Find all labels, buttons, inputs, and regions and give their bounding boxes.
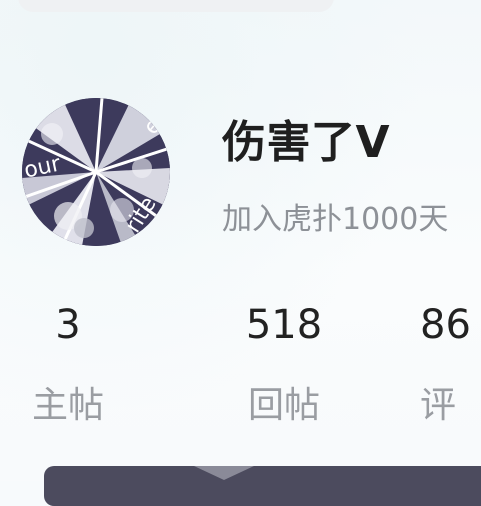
stat-replies-label[interactable]: 回帖	[224, 376, 344, 428]
banner-notch	[194, 466, 254, 480]
joined-days: 加入虎扑1000天	[222, 202, 449, 237]
username: 伤害了V	[222, 117, 391, 168]
avatar[interactable]: our rite e	[22, 98, 170, 246]
stat-comments-label[interactable]: 评	[420, 376, 481, 428]
bottom-banner[interactable]	[44, 466, 481, 506]
stat-posts-label[interactable]: 主帖	[8, 376, 128, 428]
stat-posts-count[interactable]: 3	[8, 302, 128, 348]
stat-comments-count[interactable]: 86	[420, 302, 481, 348]
stat-replies-count[interactable]: 518	[224, 302, 344, 348]
avatar-image: our rite e	[22, 98, 170, 246]
top-search-bar[interactable]	[18, 0, 334, 12]
